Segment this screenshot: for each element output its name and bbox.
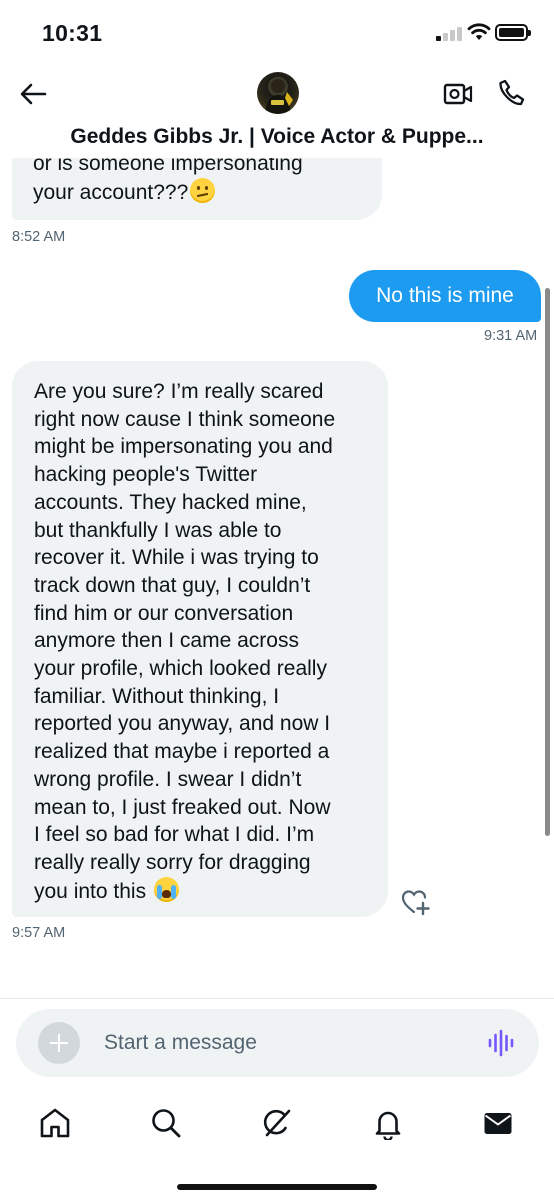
message-line: I feel so bad for what I did. I’m	[34, 823, 315, 847]
message-line: hacking people's Twitter	[34, 463, 258, 487]
message-line: reported you anyway, and now I	[34, 712, 331, 736]
message-line: anymore then I came across	[34, 629, 299, 653]
home-icon[interactable]	[38, 1106, 72, 1140]
message-composer	[16, 1009, 539, 1077]
conversation-title[interactable]: Geddes Gibbs Jr. | Voice Actor & Puppe..…	[0, 125, 554, 149]
message-line: but thankfully I was able to	[34, 518, 282, 542]
back-arrow-icon[interactable]	[18, 80, 48, 108]
battery-icon	[495, 24, 531, 41]
message-line: your profile, which looked really	[34, 657, 327, 681]
add-media-button[interactable]	[38, 1022, 80, 1064]
message-line: might be impersonating you and	[34, 435, 333, 459]
confused-face-emoji-icon	[190, 177, 216, 203]
message-line: really really sorry for dragging	[34, 850, 311, 874]
message-line-text: you into this	[34, 879, 147, 903]
message-line: Are you sure? I’m really scared	[34, 380, 324, 403]
message-line: your account???	[33, 177, 382, 207]
avatar[interactable]	[257, 72, 299, 114]
message-line: accounts. They hacked mine,	[34, 490, 307, 514]
message-line: wrong profile. I swear I didn’t	[34, 767, 302, 791]
conversation-title-text: Geddes Gibbs Jr. | Voice Actor & Puppe..…	[70, 125, 484, 148]
message-line: right now cause I think someone	[34, 407, 336, 431]
phone-call-icon[interactable]	[496, 78, 526, 108]
grok-icon[interactable]	[260, 1106, 294, 1140]
status-time: 10:31	[42, 20, 103, 46]
message-line: you into this	[34, 876, 376, 906]
wifi-icon	[467, 23, 491, 40]
message-line: track down that guy, I couldn’t	[34, 573, 311, 597]
message-timestamp: 8:52 AM	[12, 229, 66, 245]
incoming-message[interactable]: Are you sure? I’m really scared right no…	[12, 361, 388, 917]
scrollbar-thumb[interactable]	[545, 288, 550, 836]
notifications-icon[interactable]	[371, 1106, 405, 1140]
outgoing-message[interactable]: No this is mine	[349, 270, 541, 322]
add-reaction-heart-icon[interactable]	[400, 888, 430, 916]
loudly-crying-face-emoji-icon	[153, 876, 179, 902]
message-line: or is someone impersonating	[33, 158, 303, 175]
avatar-image	[265, 79, 293, 114]
message-line: realized that maybe i reported a	[34, 740, 330, 764]
cellular-signal-icon	[436, 27, 462, 41]
message-line: find him or our conversation	[34, 601, 294, 625]
message-line: mean to, I just freaked out. Now	[34, 795, 331, 819]
video-call-icon[interactable]	[443, 80, 473, 108]
message-timestamp: 9:31 AM	[484, 328, 538, 344]
message-line-text: your account???	[33, 180, 189, 204]
message-input[interactable]	[104, 1027, 464, 1059]
message-timestamp: 9:57 AM	[12, 925, 66, 941]
message-list[interactable]: or is someone impersonating your account…	[0, 158, 554, 998]
messages-icon[interactable]	[481, 1106, 515, 1140]
message-line: familiar. Without thinking, I	[34, 684, 280, 708]
search-icon[interactable]	[149, 1106, 183, 1140]
composer-divider	[0, 998, 554, 999]
home-indicator[interactable]	[177, 1184, 377, 1190]
voice-message-icon[interactable]	[487, 1029, 515, 1057]
message-line: recover it. While i was trying to	[34, 546, 319, 570]
incoming-message[interactable]: or is someone impersonating your account…	[12, 158, 382, 220]
